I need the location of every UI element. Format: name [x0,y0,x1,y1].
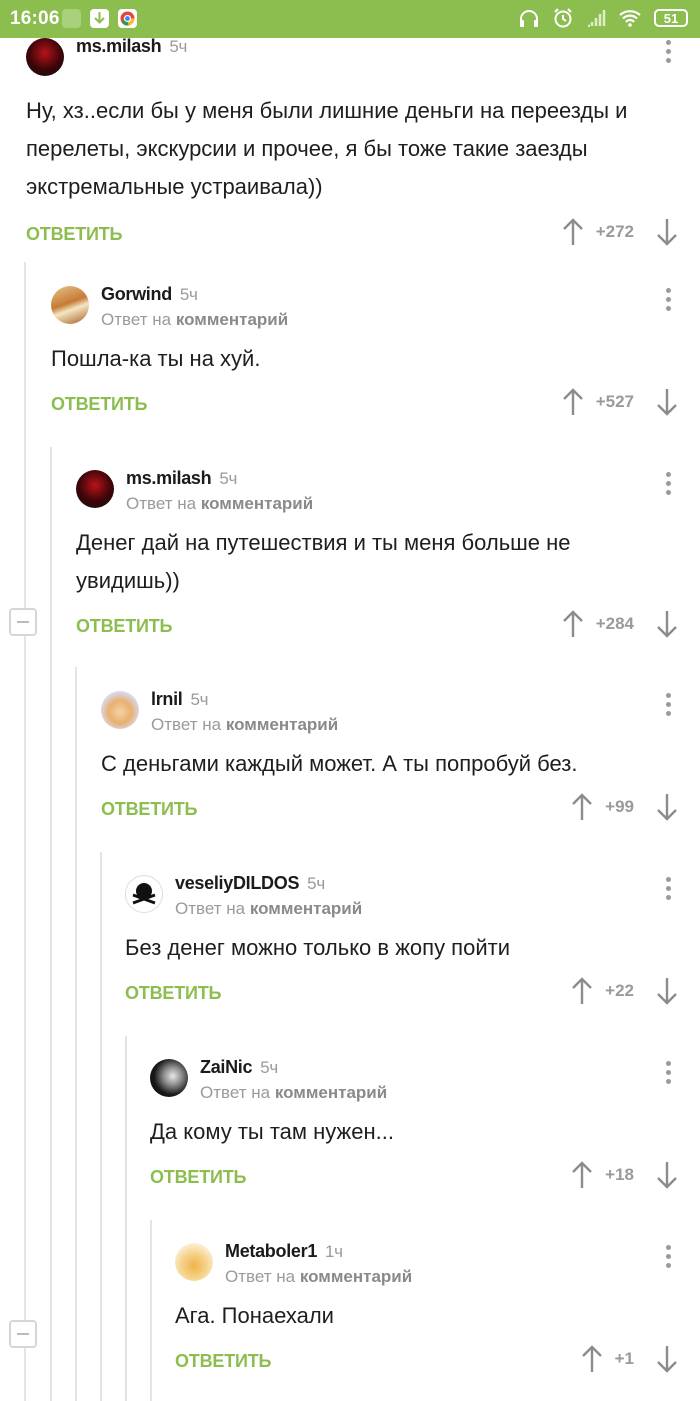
comment: ZaiNic 5ч Ответ на комментарий Да кому ты… [150,1057,700,1201]
upvote-arrow-icon[interactable] [562,610,584,638]
reply-target-link[interactable]: комментарий [250,899,362,918]
reply-to-label: Ответ на комментарий [200,1083,388,1102]
downvote-arrow-icon[interactable] [656,388,678,416]
downvote-arrow-icon[interactable] [656,218,678,246]
comment-text: Пошла-ка ты на хуй. [51,346,261,371]
thread-line [150,1220,152,1401]
comment-text: Без денег можно только в жопу пойти [125,935,510,960]
comment-score: +1 [614,1349,634,1368]
comment: Metaboler1 1ч Ответ на комментарий Ага. П… [175,1241,700,1385]
code-notification-icon [62,9,81,28]
user-avatar[interactable] [150,1059,188,1097]
reply-to-label: Ответ на комментарий [126,494,314,513]
comment: veseliyDILDOS 5ч Ответ на комментарий Без… [125,873,700,1017]
reply-button[interactable]: ОТВЕТИТЬ [150,1167,246,1188]
more-options-icon[interactable] [664,40,672,66]
battery-indicator: 51 [654,9,688,27]
reply-button[interactable]: ОТВЕТИТЬ [26,224,122,245]
more-options-icon[interactable] [664,693,672,719]
reply-to-label: Ответ на комментарий [101,310,289,329]
comment-text: Ну, хз..если бы у меня были лишние деньг… [26,98,628,199]
username-link[interactable]: lrnil 5ч [151,689,209,710]
reply-button[interactable]: ОТВЕТИТЬ [125,983,221,1004]
more-options-icon[interactable] [664,1061,672,1087]
reply-button[interactable]: ОТВЕТИТЬ [76,616,172,637]
comment-score: +18 [605,1165,634,1184]
reply-to-label: Ответ на комментарий [151,715,339,734]
comment-text: Ага. Понаехали [175,1303,334,1328]
more-options-icon[interactable] [664,1245,672,1271]
upvote-arrow-icon[interactable] [562,388,584,416]
upvote-arrow-icon[interactable] [571,977,593,1005]
upvote-arrow-icon[interactable] [581,1345,603,1373]
thread-line [24,262,26,1401]
more-options-icon[interactable] [664,877,672,903]
user-avatar[interactable] [26,38,64,76]
upvote-arrow-icon[interactable] [562,218,584,246]
downvote-arrow-icon[interactable] [656,1161,678,1189]
downvote-arrow-icon[interactable] [656,793,678,821]
signal-icon [588,10,606,27]
user-avatar[interactable] [125,875,163,913]
reply-target-link[interactable]: комментарий [176,310,288,329]
comment: ms.milash 5ч Ну, хз..если бы у меня были … [26,36,700,258]
upvote-arrow-icon[interactable] [571,1161,593,1189]
reply-to-label: Ответ на комментарий [225,1267,413,1286]
upvote-arrow-icon[interactable] [571,793,593,821]
alarm-icon [554,8,572,28]
comment: ms.milash 5ч Ответ на комментарий Денег д… [76,468,700,650]
username-link[interactable]: Gorwind 5ч [101,284,198,305]
downvote-arrow-icon[interactable] [656,977,678,1005]
comment-score: +527 [595,392,634,411]
username-link[interactable]: ZaiNic 5ч [200,1057,278,1078]
more-options-icon[interactable] [664,472,672,498]
comment-text: Да кому ты там нужен... [150,1119,394,1144]
user-avatar[interactable] [51,286,89,324]
thread-line [125,1036,127,1401]
reply-to-label: Ответ на комментарий [175,899,363,918]
reply-target-link[interactable]: комментарий [275,1083,387,1102]
downvote-arrow-icon[interactable] [656,610,678,638]
comment-score: +99 [605,797,634,816]
download-icon [90,9,109,28]
comment-score: +284 [595,614,634,633]
reply-target-link[interactable]: комментарий [201,494,313,513]
downvote-arrow-icon[interactable] [656,1345,678,1373]
reply-button[interactable]: ОТВЕТИТЬ [101,799,197,820]
chrome-icon [118,9,137,28]
comment: lrnil 5ч Ответ на комментарий С деньгами … [101,689,700,833]
comment-score: +272 [595,222,634,241]
thread-line [50,447,52,1401]
status-time: 16:06 [10,8,60,29]
comment-score: +22 [605,981,634,1000]
username-link[interactable]: Metaboler1 1ч [225,1241,343,1262]
reply-button[interactable]: ОТВЕТИТЬ [51,394,147,415]
reply-target-link[interactable]: комментарий [300,1267,412,1286]
username-link[interactable]: ms.milash 5ч [126,468,237,489]
reply-button[interactable]: ОТВЕТИТЬ [175,1351,271,1372]
more-options-icon[interactable] [664,288,672,314]
status-bar: 16:06 51 [0,0,700,38]
wifi-icon [619,10,641,27]
thread-line [100,852,102,1401]
reply-target-link[interactable]: комментарий [226,715,338,734]
comment-text: Денег дай на путешествия и ты меня больш… [76,530,571,593]
collapse-thread-button[interactable] [9,608,37,636]
user-avatar[interactable] [76,470,114,508]
username-link[interactable]: ms.milash 5ч [76,36,187,57]
headphones-icon [520,10,538,27]
user-avatar[interactable] [101,691,139,729]
user-avatar[interactable] [175,1243,213,1281]
username-link[interactable]: veseliyDILDOS 5ч [175,873,325,894]
comment-text: С деньгами каждый может. А ты попробуй б… [101,751,578,776]
comment: Gorwind 5ч Ответ на комментарий Пошла-ка … [51,284,700,428]
collapse-thread-button[interactable] [9,1320,37,1348]
thread-line [75,667,77,1401]
